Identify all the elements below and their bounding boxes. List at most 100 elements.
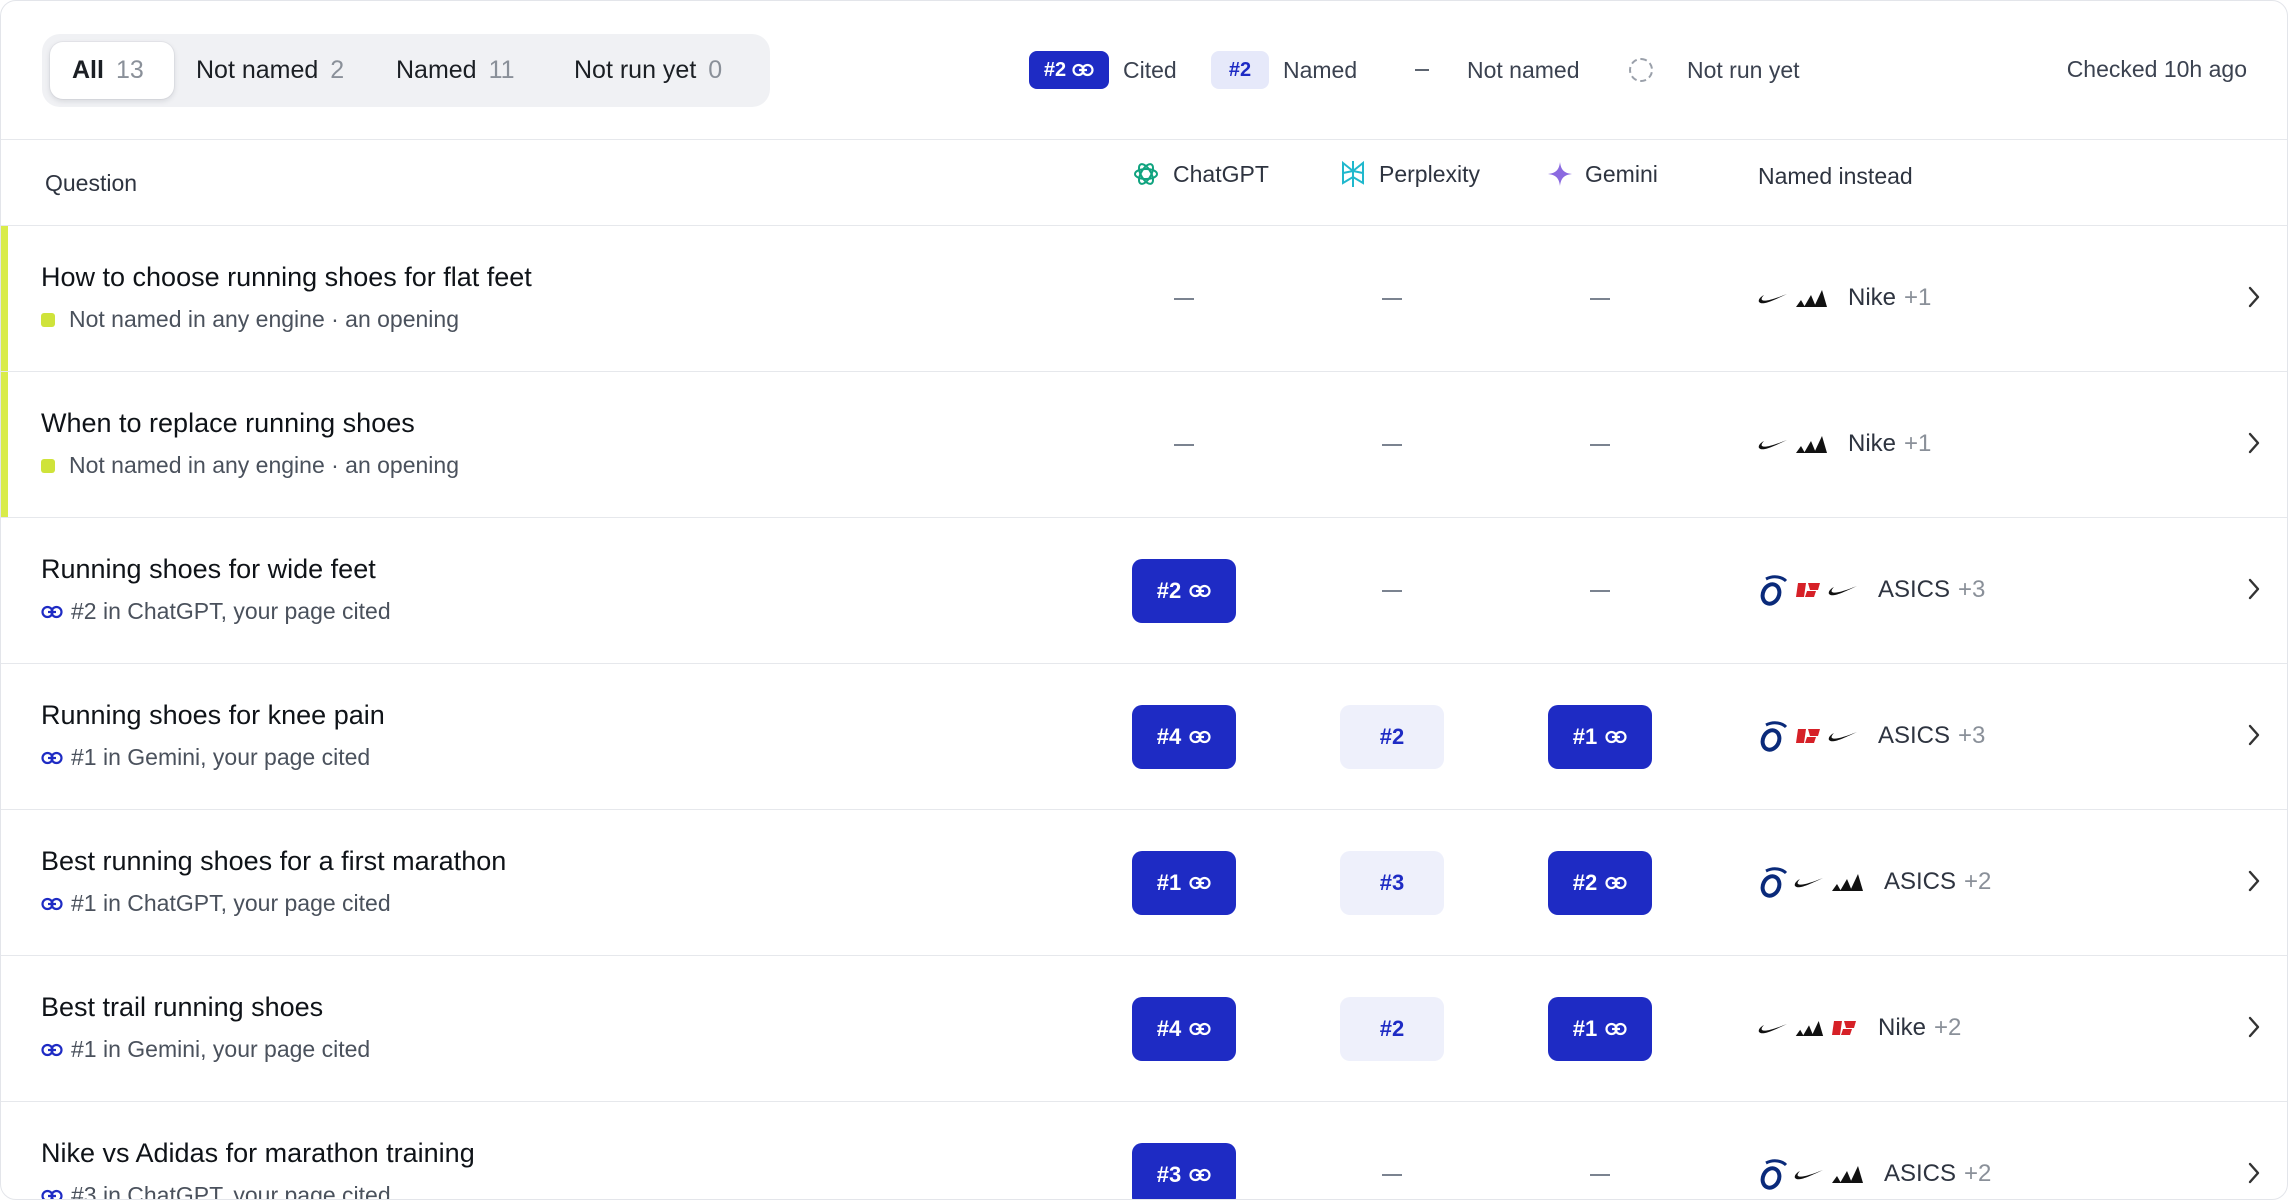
nike-logo-icon — [1758, 1024, 1787, 1034]
gemini-cell — [1548, 267, 1652, 331]
filter-not-run-count: 0 — [708, 56, 723, 84]
chevron-right-icon — [2248, 1016, 2260, 1038]
question-status: Not named in any engine · an opening — [69, 452, 460, 478]
filter-all-label: All — [72, 56, 104, 84]
question-row[interactable]: Running shoes for knee pain #1 in Gemini… — [1, 664, 2287, 810]
question-title: How to choose running shoes for flat fee… — [41, 262, 532, 292]
named-rank-badge[interactable]: #3 — [1340, 851, 1444, 915]
question-title: When to replace running shoes — [41, 408, 415, 438]
question-row[interactable]: Best running shoes for a first marathon … — [1, 810, 2287, 956]
gemini-cell — [1548, 559, 1652, 623]
cited-rank-badge[interactable]: #4 — [1132, 997, 1236, 1061]
dash-icon — [1382, 1174, 1402, 1176]
new-balance-logo-icon — [1832, 1021, 1856, 1035]
link-icon — [41, 751, 63, 764]
competitor-logos — [1758, 1017, 1864, 1039]
new-balance-logo-icon — [1796, 583, 1820, 597]
chatgpt-cell: #4 — [1132, 705, 1236, 769]
legend-cited-badge: #2 — [1029, 51, 1109, 89]
question-row[interactable]: How to choose running shoes for flat fee… — [1, 226, 2287, 372]
perplexity-cell — [1340, 267, 1444, 331]
dash-icon — [1174, 298, 1194, 300]
dash-icon — [1590, 590, 1610, 592]
legend-cited: #2 Cited — [1029, 51, 1177, 89]
filter-named[interactable]: Named 11 — [374, 42, 552, 99]
named-instead-brand: Nike — [1848, 284, 1897, 311]
cited-rank-badge[interactable]: #1 — [1132, 851, 1236, 915]
adidas-logo-icon — [1795, 1020, 1824, 1036]
asics-logo-icon — [1760, 721, 1788, 752]
cited-rank-badge[interactable]: #2 — [1132, 559, 1236, 623]
named-instead-more: +3 — [1958, 722, 1986, 749]
legend-not-run-label: Not run yet — [1687, 56, 1800, 83]
chatgpt-cell: #1 — [1132, 851, 1236, 915]
question-row[interactable]: Running shoes for wide feet #2 in ChatGP… — [1, 518, 2287, 664]
col-gemini: Gemini — [1547, 154, 1658, 194]
question-row[interactable]: Best trail running shoes #1 in Gemini, y… — [1, 956, 2287, 1102]
gemini-cell — [1548, 1143, 1652, 1199]
named-instead: Nike +1 — [1758, 278, 1931, 318]
question-row[interactable]: When to replace running shoes Not named … — [1, 372, 2287, 518]
filter-segmented-control: All 13 Not named 2 Named 11 Not run yet … — [42, 34, 770, 107]
chatgpt-cell: #3 — [1132, 1143, 1236, 1199]
gemini-icon — [1548, 162, 1572, 186]
dash-icon — [1415, 69, 1429, 71]
legend-not-named: Not named — [1407, 51, 1580, 89]
named-instead: ASICS +2 — [1758, 1154, 1991, 1194]
named-instead-more: +1 — [1904, 284, 1932, 311]
named-instead-more: +2 — [1964, 868, 1992, 895]
named-instead-more: +2 — [1934, 1014, 1962, 1041]
asics-logo-icon — [1760, 1159, 1788, 1190]
question-title: Best trail running shoes — [41, 992, 324, 1022]
rank-label: #1 — [1156, 870, 1182, 895]
legend-not-named-label: Not named — [1467, 56, 1580, 83]
named-instead-brand: ASICS — [1884, 1160, 1957, 1187]
chevron-right-icon — [2248, 578, 2260, 600]
competitor-logos — [1758, 433, 1834, 455]
named-instead: ASICS +3 — [1758, 570, 1985, 610]
col-perplexity: Perplexity — [1339, 154, 1480, 194]
filter-not-named-count: 2 — [330, 56, 345, 84]
filter-not-run-yet[interactable]: Not run yet 0 — [552, 42, 762, 99]
link-icon — [1072, 63, 1094, 77]
link-icon — [41, 605, 63, 618]
named-instead: Nike +2 — [1758, 1008, 1961, 1048]
pending-icon — [1629, 58, 1653, 82]
legend-named: #2 Named — [1211, 51, 1357, 89]
named-rank-badge[interactable]: #2 — [1340, 997, 1444, 1061]
named-instead: ASICS +2 — [1758, 862, 1991, 902]
question-row[interactable]: Nike vs Adidas for marathon training #3 … — [1, 1102, 2287, 1199]
dash-icon — [1382, 298, 1402, 300]
cited-rank-badge[interactable]: #1 — [1548, 705, 1652, 769]
named-rank-badge[interactable]: #2 — [1340, 705, 1444, 769]
named-instead-brand: Nike — [1878, 1014, 1927, 1041]
filter-all[interactable]: All 13 — [50, 42, 174, 99]
filter-not-named[interactable]: Not named 2 — [174, 42, 374, 99]
adidas-logo-icon — [1796, 436, 1827, 453]
rank-label: #3 — [1156, 1162, 1182, 1187]
question-title: Best running shoes for a first marathon — [41, 846, 507, 876]
named-instead: ASICS +3 — [1758, 716, 1985, 756]
questions-panel: All 13 Not named 2 Named 11 Not run yet … — [0, 0, 2288, 1200]
competitor-logos — [1758, 719, 1864, 753]
gemini-cell — [1548, 413, 1652, 477]
rank-label: #1 — [1572, 1016, 1598, 1041]
perplexity-cell — [1340, 559, 1444, 623]
perplexity-cell: #2 — [1340, 997, 1444, 1061]
named-instead-more: +1 — [1904, 430, 1932, 457]
cited-rank-badge[interactable]: #3 — [1132, 1143, 1236, 1199]
link-icon — [41, 897, 63, 910]
asics-logo-icon — [1760, 867, 1788, 898]
cited-rank-badge[interactable]: #1 — [1548, 997, 1652, 1061]
link-icon — [1189, 1168, 1211, 1182]
filter-bar: All 13 Not named 2 Named 11 Not run yet … — [1, 1, 2287, 140]
chatgpt-cell: #4 — [1132, 997, 1236, 1061]
question-status: Not named in any engine · an opening — [69, 306, 460, 332]
cited-rank-badge[interactable]: #4 — [1132, 705, 1236, 769]
chatgpt-icon — [1134, 163, 1158, 185]
cited-rank-badge[interactable]: #2 — [1548, 851, 1652, 915]
perplexity-cell: #3 — [1340, 851, 1444, 915]
col-named-instead: Named instead — [1758, 162, 1913, 189]
rank-label: #2 — [1572, 870, 1598, 895]
question-title: Running shoes for wide feet — [41, 554, 376, 584]
